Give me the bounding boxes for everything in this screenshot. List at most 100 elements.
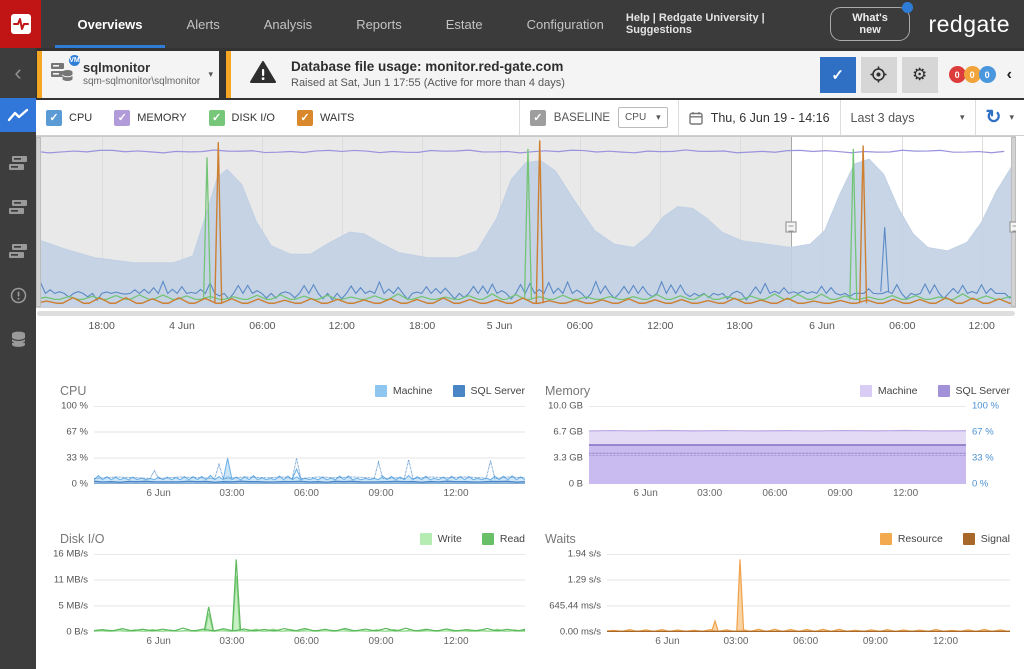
acknowledge-button[interactable]: ✓	[820, 57, 856, 93]
waits-chart-header: Waits Resource Signal	[545, 528, 1010, 550]
memory-chart-svg	[589, 406, 966, 484]
waits-chart-panel: Waits Resource Signal 1.94 s/s1.29 s/s645.4…	[545, 528, 1010, 650]
vm-badge: VM	[67, 53, 82, 68]
timeline-axis-label: 5 Jun	[487, 320, 513, 332]
collapse-chevron-icon[interactable]: ‹	[1007, 66, 1012, 84]
legend-item-machine[interactable]: Machine	[375, 385, 433, 397]
legend-swatch	[420, 533, 432, 545]
nav-tab-configuration[interactable]: Configuration	[505, 0, 626, 48]
checkbox-checked-icon: ✓	[46, 110, 62, 126]
whats-new-button[interactable]: What's new	[830, 7, 911, 41]
settings-button[interactable]: ⚙	[902, 57, 938, 93]
alert-banner[interactable]: Database file usage: monitor.red-gate.co…	[226, 51, 1024, 98]
top-nav: OverviewsAlertsAnalysisReportsEstateConf…	[0, 0, 1024, 48]
x-axis-label: 06:00	[294, 636, 319, 647]
checkbox-checked-icon: ✓	[209, 110, 225, 126]
metric-toggle-waits[interactable]: ✓WAITS	[297, 110, 354, 126]
nav-tab-reports[interactable]: Reports	[334, 0, 424, 48]
legend-label: Write	[438, 533, 462, 545]
chart-title: Disk I/O	[60, 532, 104, 546]
date-range-section[interactable]: Thu, 6 Jun 19 - 14:16	[678, 100, 840, 135]
nav-tab-estate[interactable]: Estate	[424, 0, 505, 48]
legend-label: Read	[500, 533, 525, 545]
disk-chart-panel: Disk I/O Write Read 16 MB/s11 MB/s5 MB/s0 B…	[60, 528, 525, 650]
selection-left-handle[interactable]	[785, 222, 796, 233]
sidebar-item-back-chevron-icon[interactable]: ‹	[0, 48, 36, 98]
y-axis-label: 16 MB/s	[53, 549, 88, 560]
redgate-wordmark: redgate	[928, 11, 1010, 38]
sidebar-item-server-rack-icon[interactable]	[0, 190, 36, 224]
server-selector[interactable]: VM sqlmonitor sqm-sqlmonitor\sqlmonitor …	[37, 51, 219, 98]
left-sidebar: ‹	[0, 48, 36, 669]
sidebar-item-alert-circle-icon[interactable]	[0, 278, 36, 312]
nav-tab-alerts[interactable]: Alerts	[165, 0, 242, 48]
warning-triangle-icon	[249, 60, 277, 89]
sidebar-item-database-stack-icon[interactable]	[0, 322, 36, 356]
chart-title: Waits	[545, 532, 576, 546]
baseline-checkbox[interactable]: ✓	[530, 110, 546, 126]
gear-icon: ⚙	[912, 65, 927, 85]
y-axis-labels: 100 %67 %33 %0 %	[60, 406, 94, 484]
nav-tab-analysis[interactable]: Analysis	[242, 0, 334, 48]
time-window-select[interactable]: Last 3 days ▾	[840, 100, 975, 135]
legend-swatch	[482, 533, 494, 545]
legend-item-read[interactable]: Read	[482, 533, 525, 545]
baseline-metric-select[interactable]: CPU▾	[618, 107, 668, 128]
memory-chart-panel: MemoryMachineSQL Server10.0 GB6.7 GB3.3 …	[545, 380, 1010, 502]
disk-chart-svg	[94, 554, 525, 632]
y-axis-label: 5 MB/s	[58, 600, 88, 611]
alert-texts: Database file usage: monitor.red-gate.co…	[291, 58, 565, 91]
timeline-axis-label: 06:00	[889, 320, 915, 332]
chevron-down-icon: ▾	[656, 112, 661, 123]
legend-item-machine[interactable]: Machine	[860, 385, 918, 397]
baseline-label: BASELINE	[554, 112, 610, 124]
memory-chart-body: 10.0 GB6.7 GB3.3 GB0 B100 %67 %33 %0 %	[545, 406, 1010, 484]
metric-toggle-cpu[interactable]: ✓CPU	[46, 110, 92, 126]
timeline-left-edge[interactable]	[36, 137, 41, 307]
sidebar-item-server-rack-icon[interactable]	[0, 234, 36, 268]
context-bar: VM sqlmonitor sqm-sqlmonitor\sqlmonitor …	[36, 48, 1024, 100]
sidebar-item-analysis-graph-icon[interactable]	[0, 98, 36, 132]
legend-label: Machine	[393, 385, 433, 397]
y-axis-labels: 10.0 GB6.7 GB3.3 GB0 B	[545, 406, 589, 484]
main-nav-tabs: OverviewsAlertsAnalysisReportsEstateConf…	[55, 0, 625, 48]
sidebar-item-server-rack-icon[interactable]	[0, 146, 36, 180]
legend-swatch	[938, 385, 950, 397]
legend-item-sql-server[interactable]: SQL Server	[938, 385, 1010, 397]
y-axis-label: 1.29 s/s	[568, 574, 601, 585]
legend-item-signal[interactable]: Signal	[963, 533, 1010, 545]
y-axis-labels: 16 MB/s11 MB/s5 MB/s0 B/s	[60, 554, 94, 632]
x-axis-label: 06:00	[793, 636, 818, 647]
legend-item-write[interactable]: Write	[420, 533, 462, 545]
chart-legend: Write Read	[420, 533, 525, 545]
y-axis-label: 33 %	[66, 452, 88, 463]
cpu-chart-header: CPUMachineSQL Server	[60, 380, 525, 402]
metric-label: WAITS	[320, 112, 354, 124]
locate-target-button[interactable]	[861, 57, 897, 93]
metric-toggle-disk-i-o[interactable]: ✓DISK I/O	[209, 110, 275, 126]
metric-toggle-memory[interactable]: ✓MEMORY	[114, 110, 186, 126]
whats-new-label: What's new	[852, 12, 888, 36]
timeline-scrollbar[interactable]	[37, 311, 1015, 316]
metric-label: MEMORY	[137, 112, 186, 124]
legend-item-sql-server[interactable]: SQL Server	[453, 385, 525, 397]
legend-label: SQL Server	[956, 385, 1010, 397]
app-root: OverviewsAlertsAnalysisReportsEstateConf…	[0, 0, 1024, 669]
y-axis-labels: 1.94 s/s1.29 s/s645.44 ms/s0.00 ms/s	[545, 554, 607, 632]
y-axis-label: 0 B/s	[66, 626, 88, 637]
legend-label: Resource	[898, 533, 943, 545]
help-links[interactable]: Help | Redgate University | Suggestions	[626, 12, 816, 36]
legend-swatch	[880, 533, 892, 545]
selection-right-handle[interactable]	[1010, 222, 1016, 233]
y-axis-label: 6.7 GB	[553, 426, 583, 437]
alert-count-badge-2[interactable]: 0	[979, 66, 996, 83]
legend-swatch	[375, 385, 387, 397]
legend-item-resource[interactable]: Resource	[880, 533, 943, 545]
nav-tab-overviews[interactable]: Overviews	[55, 0, 164, 48]
server-icon: VM	[50, 60, 74, 89]
x-axis-labels: 6 Jun03:0006:0009:0012:00	[589, 484, 966, 502]
chevron-down-icon[interactable]: ▾	[1009, 112, 1014, 123]
x-axis-label: 6 Jun	[146, 488, 170, 499]
refresh-icon[interactable]: ↻	[986, 108, 1002, 127]
redgate-logo-icon[interactable]	[0, 0, 41, 48]
